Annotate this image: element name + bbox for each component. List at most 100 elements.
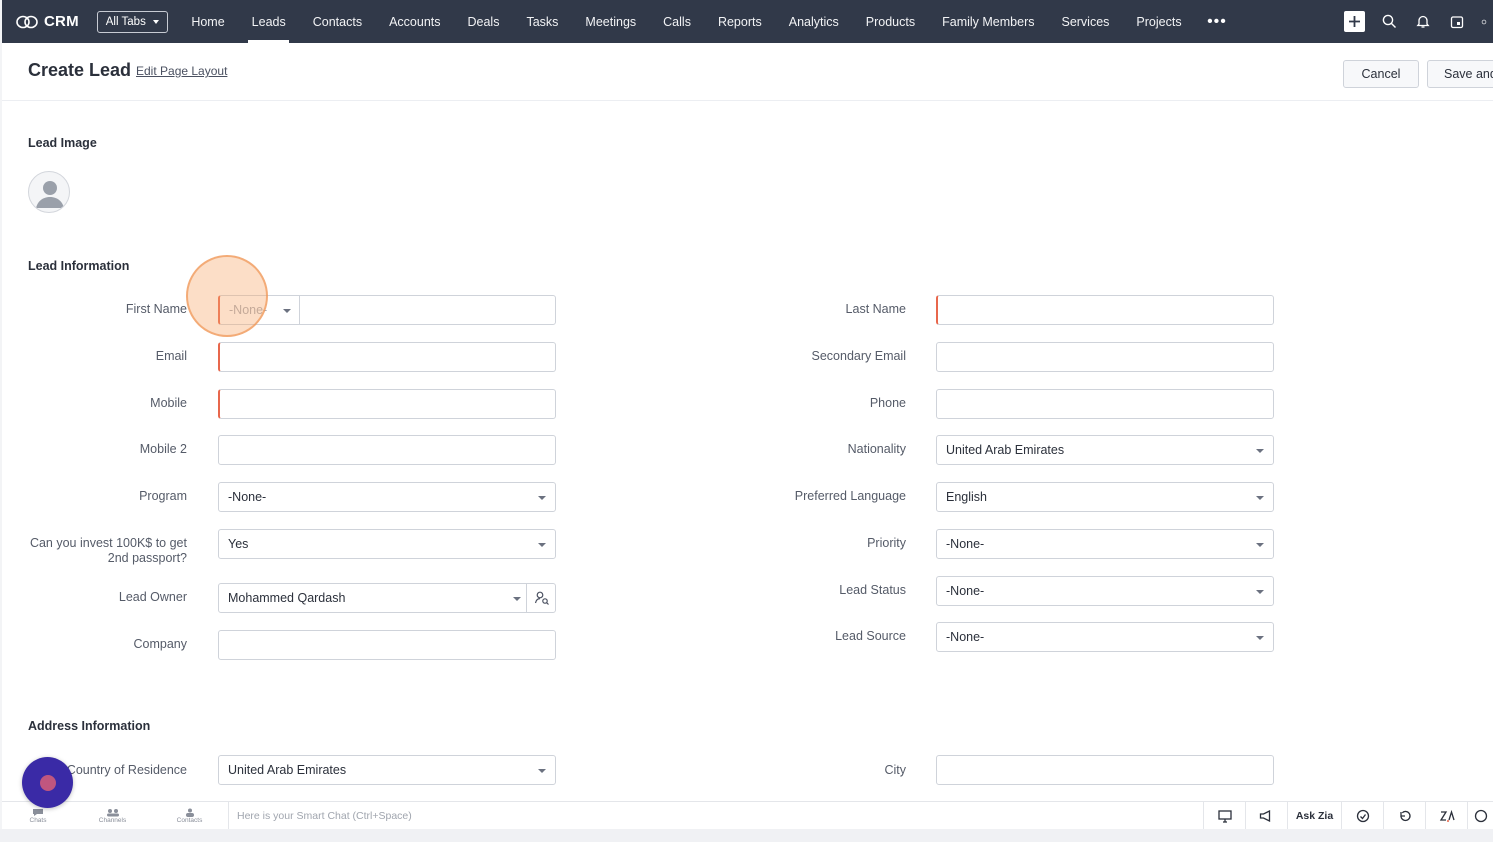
preferred-language-select[interactable]: English: [936, 482, 1274, 512]
mobile-2-label: Mobile 2: [139, 442, 187, 456]
more-tabs-button[interactable]: •••: [1195, 0, 1239, 43]
section-lead-information: Lead Information: [28, 259, 130, 273]
caret-down-icon: [152, 19, 159, 24]
last-name-label: Last Name: [845, 302, 906, 316]
lead-owner-label: Lead Owner: [118, 590, 187, 604]
bottom-actions: Ask Zia: [1203, 802, 1493, 830]
section-address-information: Address Information: [28, 719, 151, 733]
smart-chat-input[interactable]: Here is your Smart Chat (Ctrl+Space): [228, 801, 1198, 830]
channels-button[interactable]: Channels: [74, 802, 151, 830]
secondary-email-input[interactable]: [936, 342, 1274, 372]
gear-icon: [1481, 19, 1487, 24]
ask-zia-button[interactable]: Ask Zia: [1287, 802, 1341, 830]
tab-meetings[interactable]: Meetings: [572, 0, 650, 43]
contacts-button[interactable]: Contacts: [151, 802, 228, 830]
tab-tasks[interactable]: Tasks: [513, 0, 572, 43]
tab-reports[interactable]: Reports: [704, 0, 775, 43]
channels-label: Channels: [98, 816, 127, 824]
settings-button[interactable]: [1481, 12, 1487, 32]
priority-select[interactable]: -None-: [936, 529, 1274, 559]
brand-logo[interactable]: CRM: [16, 13, 79, 30]
user-avatar-icon: [36, 181, 64, 208]
all-tabs-button[interactable]: All Tabs: [96, 10, 168, 33]
chats-label: Chats: [29, 816, 47, 824]
tab-services[interactable]: Services: [1048, 0, 1123, 43]
crm-logo-icon: [16, 15, 38, 28]
tab-analytics[interactable]: Analytics: [775, 0, 852, 43]
lead-status-select[interactable]: -None-: [936, 576, 1274, 606]
company-label: Company: [133, 637, 188, 651]
search-icon: [1382, 14, 1396, 28]
email-input[interactable]: [218, 342, 556, 372]
country-of-residence-select[interactable]: United Arab Emirates: [218, 755, 556, 785]
lead-owner-select[interactable]: Mohammed Qardash: [218, 583, 556, 613]
lead-source-select[interactable]: -None-: [936, 622, 1274, 652]
tab-home[interactable]: Home: [178, 0, 238, 43]
mobile-2-input[interactable]: [218, 435, 556, 465]
invest-select[interactable]: Yes: [218, 529, 556, 559]
first-name-input[interactable]: [299, 295, 556, 325]
caret-down-icon: [513, 597, 521, 601]
lead-owner-value: Mohammed Qardash: [228, 591, 346, 605]
screen-share-button[interactable]: [1203, 802, 1245, 830]
zia-insights-button[interactable]: [1341, 802, 1383, 830]
megaphone-icon: [1259, 810, 1271, 822]
nav-actions: [1344, 0, 1493, 43]
monitor-icon: [1217, 809, 1232, 823]
program-label: Program: [139, 489, 187, 503]
bottom-toolbar: Chats Channels Contacts Here is your Sma…: [2, 801, 1493, 830]
tab-calls[interactable]: Calls: [650, 0, 705, 43]
calendar-button[interactable]: [1447, 12, 1467, 32]
preferred-language-label: Preferred Language: [794, 489, 906, 503]
save-and-new-button[interactable]: Save and: [1427, 60, 1493, 88]
mobile-label: Mobile: [150, 396, 187, 410]
invest-question-label: Can you invest 100K$ to get 2nd passport…: [7, 536, 187, 566]
tab-deals[interactable]: Deals: [454, 0, 513, 43]
city-label: City: [884, 763, 906, 777]
page-title: Create Lead: [28, 60, 132, 80]
contacts-icon: [185, 808, 194, 817]
recent-items-button[interactable]: [1383, 802, 1425, 830]
page-header: Create Lead Edit Page Layout Cancel Save…: [2, 43, 1493, 101]
zia-icon: [1439, 809, 1455, 822]
mobile-input[interactable]: [218, 389, 556, 419]
phone-input[interactable]: [936, 389, 1274, 419]
contacts-label: Contacts: [176, 816, 203, 824]
quick-create-button[interactable]: [1344, 11, 1365, 32]
user-search-icon: [534, 591, 549, 605]
invest-label-line2: 2nd passport?: [107, 551, 187, 565]
zia-button[interactable]: [1425, 802, 1467, 830]
chat-icon: [33, 808, 43, 816]
cancel-button[interactable]: Cancel: [1343, 60, 1419, 88]
program-select[interactable]: -None-: [218, 482, 556, 512]
click-indicator: [186, 255, 268, 337]
clock-icon: [1474, 809, 1487, 823]
email-label: Email: [155, 349, 187, 363]
channels-icon: [106, 808, 119, 816]
tab-projects[interactable]: Projects: [1123, 0, 1195, 43]
record-dot-icon: [39, 774, 56, 791]
module-tabs: Home Leads Contacts Accounts Deals Tasks…: [178, 0, 1239, 43]
notifications-button[interactable]: [1413, 12, 1433, 32]
lead-image-upload[interactable]: [28, 171, 70, 213]
lead-owner-lookup-button[interactable]: [526, 584, 556, 612]
app-name: CRM: [44, 13, 79, 30]
footer-strip: [0, 829, 1493, 842]
tab-family-members[interactable]: Family Members: [929, 0, 1048, 43]
tab-contacts[interactable]: Contacts: [299, 0, 375, 43]
timer-button[interactable]: [1467, 802, 1493, 830]
plus-icon: [1349, 16, 1360, 27]
invest-label-line1: Can you invest 100K$ to get: [29, 536, 187, 550]
lead-source-label: Lead Source: [835, 629, 906, 643]
edit-page-layout-link[interactable]: Edit Page Layout: [136, 64, 227, 78]
tab-accounts[interactable]: Accounts: [376, 0, 454, 43]
nationality-select[interactable]: United Arab Emirates: [936, 435, 1274, 465]
company-input[interactable]: [218, 630, 556, 660]
tab-leads[interactable]: Leads: [238, 0, 299, 43]
city-input[interactable]: [936, 755, 1274, 785]
tab-products[interactable]: Products: [852, 0, 928, 43]
announcements-button[interactable]: [1245, 802, 1287, 830]
last-name-input[interactable]: [936, 295, 1274, 325]
search-button[interactable]: [1379, 12, 1399, 32]
recording-fab-button[interactable]: [22, 757, 73, 808]
